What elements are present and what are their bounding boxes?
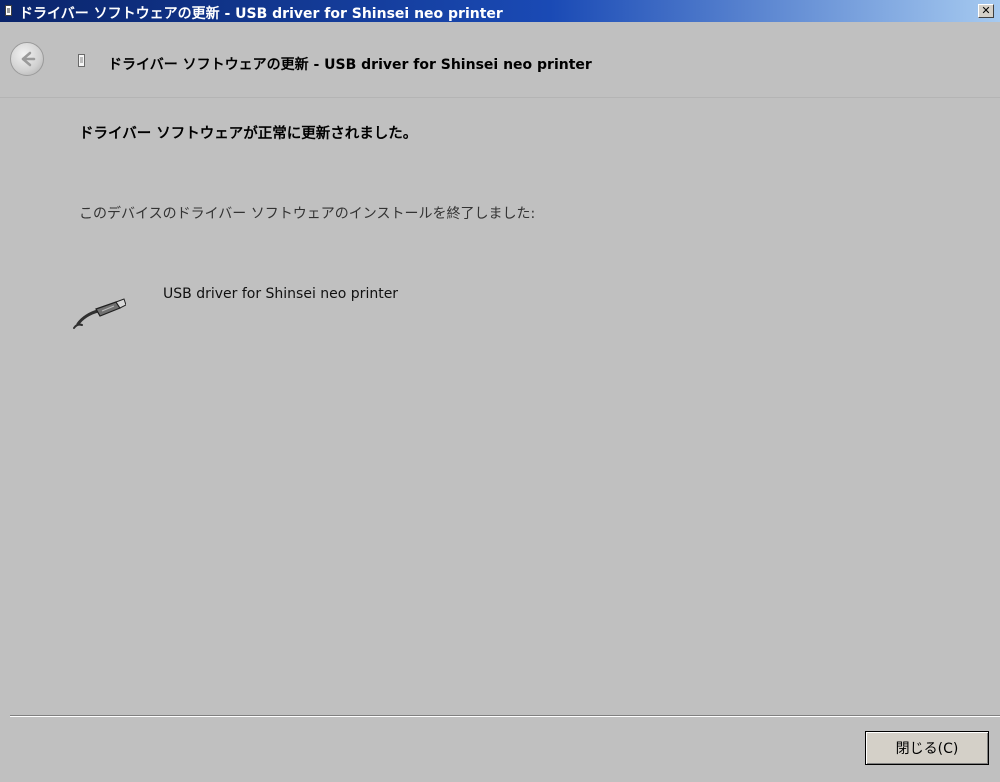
title-bar: ドライバー ソフトウェアの更新 - USB driver for Shinsei… [0,0,1000,22]
wizard-content: ドライバー ソフトウェアが正常に更新されました。 このデバイスのドライバー ソフ… [10,98,1000,715]
window-title: ドライバー ソフトウェアの更新 - USB driver for Shinsei… [19,6,503,22]
back-button[interactable] [10,42,44,76]
wizard-header: ドライバー ソフトウェアの更新 - USB driver for Shinsei… [0,22,1000,98]
close-button[interactable]: 閉じる(C) [865,731,989,765]
wizard-title: ドライバー ソフトウェアの更新 - USB driver for Shinsei… [108,57,592,73]
back-arrow-icon [21,51,36,67]
install-description: このデバイスのドライバー ソフトウェアのインストールを終了しました: [79,206,536,222]
device-name-label: USB driver for Shinsei neo printer [163,286,399,302]
success-heading: ドライバー ソフトウェアが正常に更新されました。 [79,126,418,142]
device-small-icon [78,54,85,67]
window-device-icon [5,5,12,16]
footer-divider [10,715,1000,717]
close-icon: ✕ [981,4,991,17]
usb-plug-icon [73,298,126,329]
window-close-button[interactable]: ✕ [978,4,994,18]
